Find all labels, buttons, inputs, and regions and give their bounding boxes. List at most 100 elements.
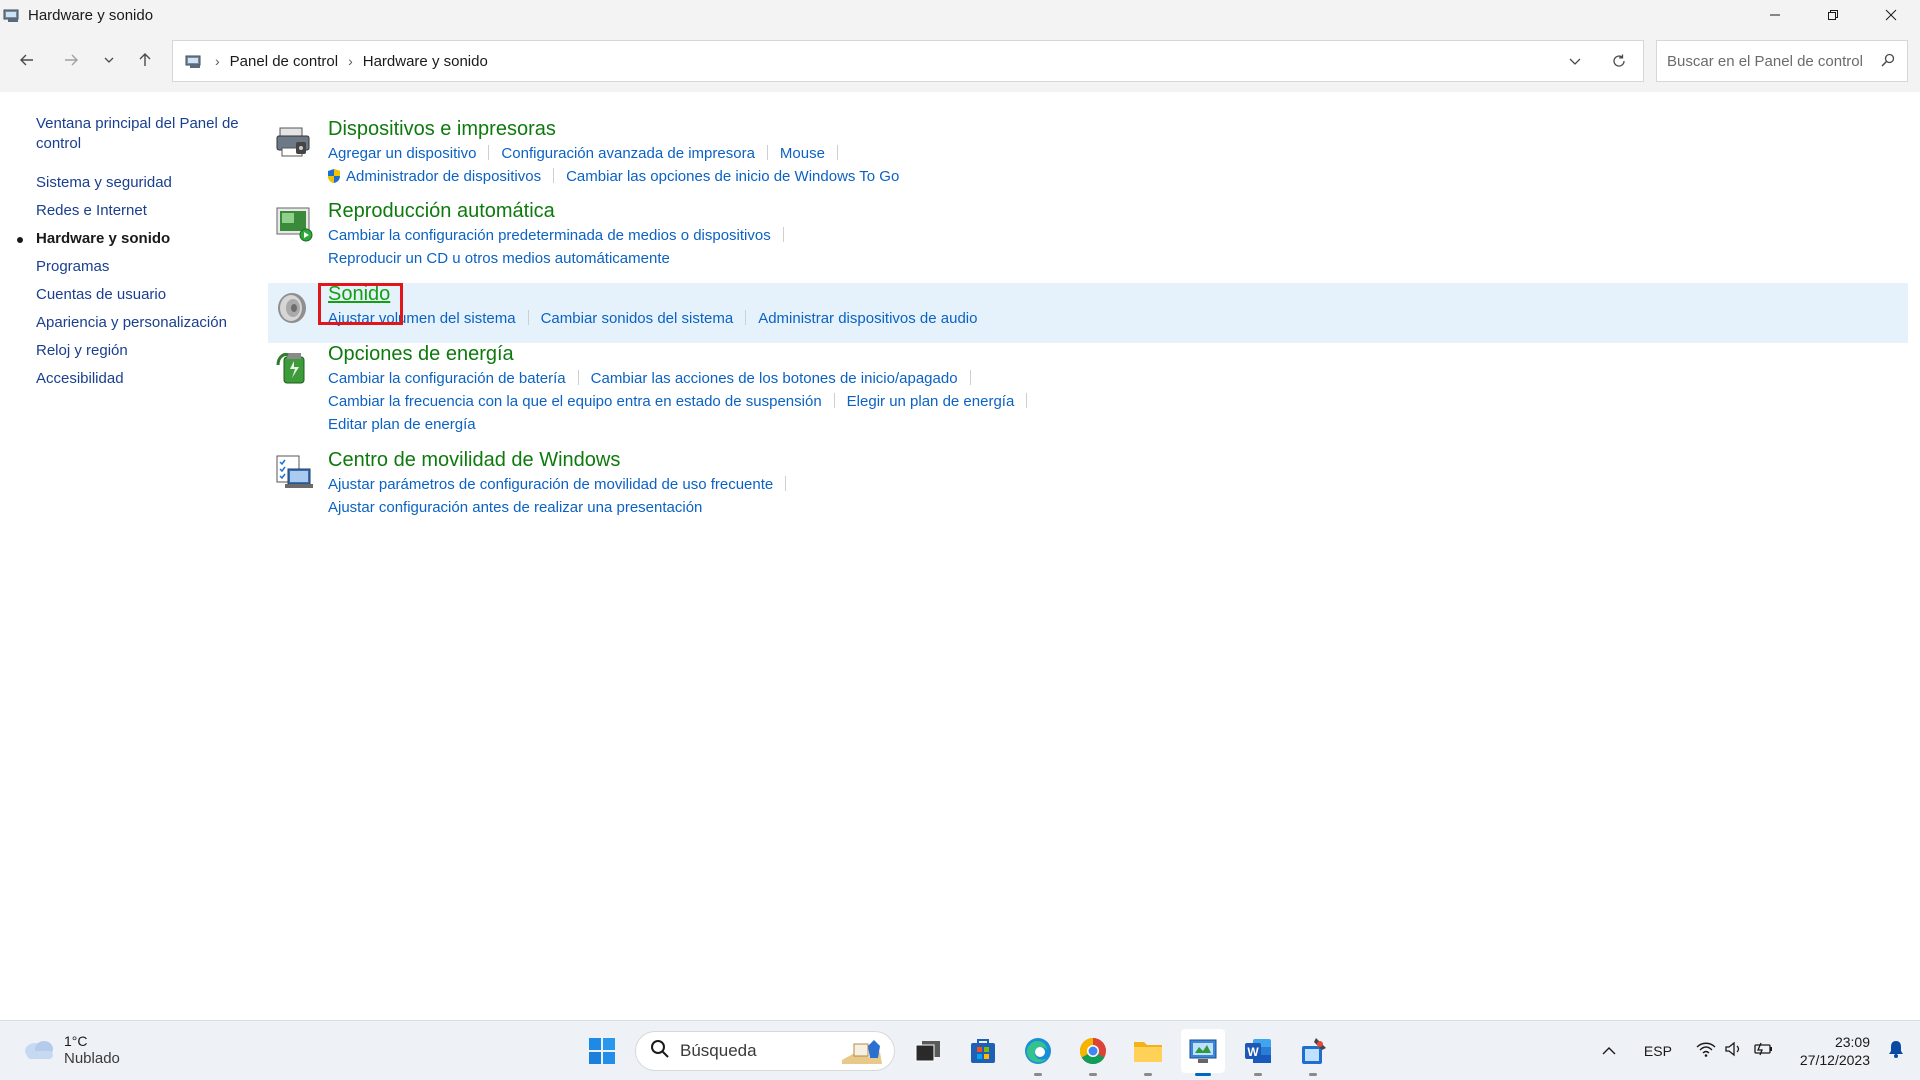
wifi-icon[interactable] xyxy=(1696,1041,1716,1061)
link-advanced-printer-setup[interactable]: Configuración avanzada de impresora xyxy=(501,145,754,162)
link-divider xyxy=(782,227,784,242)
volume-icon[interactable] xyxy=(1724,1041,1744,1061)
show-hidden-icons-chevron-icon[interactable] xyxy=(1602,1043,1616,1060)
highlight-annotation xyxy=(318,283,403,325)
autoplay-title[interactable]: Reproducción automática xyxy=(328,198,555,224)
sidebar-item-redes-e-internet[interactable]: Redes e Internet xyxy=(36,201,246,221)
search-highlight-icon xyxy=(840,1038,884,1070)
link-power-button-actions[interactable]: Cambiar las acciones de los botones de i… xyxy=(591,370,958,387)
category-sound: Sonido Ajustar volumen del sistema Cambia… xyxy=(268,281,1908,341)
link-mobility-settings[interactable]: Ajustar parámetros de configuración de m… xyxy=(328,476,773,493)
weather-widget[interactable]: 1°C Nublado xyxy=(22,1033,120,1068)
sidebar-item-cuentas-de-usuario[interactable]: Cuentas de usuario xyxy=(36,285,246,305)
up-button[interactable] xyxy=(129,44,161,76)
taskbar-search-label: Búsqueda xyxy=(680,1041,757,1060)
power-options-icon xyxy=(274,347,314,387)
chrome-icon[interactable] xyxy=(1071,1029,1115,1076)
forward-button[interactable] xyxy=(55,44,87,76)
weather-condition: Nublado xyxy=(64,1050,120,1067)
clock-date: 27/12/2023 xyxy=(1799,1052,1870,1068)
link-sleep-frequency[interactable]: Cambiar la frecuencia con la que el equi… xyxy=(328,393,822,410)
category-devices: Dispositivos e impresoras Agregar un dis… xyxy=(268,116,1908,199)
autoplay-icon xyxy=(274,204,314,244)
link-presentation-settings[interactable]: Ajustar configuración antes de realizar … xyxy=(328,499,702,516)
control-panel-taskbar-icon[interactable] xyxy=(1181,1029,1225,1076)
snipping-tool-icon[interactable] xyxy=(1291,1029,1335,1076)
link-divider xyxy=(553,168,555,183)
sidebar: Ventana principal del Panel de control S… xyxy=(17,114,246,397)
sidebar-item-hardware-y-sonido[interactable]: Hardware y sonido xyxy=(17,229,246,249)
link-change-default-media[interactable]: Cambiar la configuración predeterminada … xyxy=(328,227,771,244)
close-button[interactable] xyxy=(1862,0,1920,30)
svg-text:W: W xyxy=(1247,1045,1259,1059)
category-power: Opciones de energía Cambiar la configura… xyxy=(268,341,1908,447)
link-battery-settings[interactable]: Cambiar la configuración de batería xyxy=(328,370,566,387)
link-divider xyxy=(766,145,768,160)
address-bar[interactable]: › Panel de control › Hardware y sonido xyxy=(172,40,1644,82)
link-change-system-sounds[interactable]: Cambiar sonidos del sistema xyxy=(541,310,734,327)
taskbar: 1°C Nublado Búsqueda W ESP 23:09 27/12/2… xyxy=(0,1020,1920,1080)
language-indicator[interactable]: ESP xyxy=(1644,1043,1672,1059)
link-device-manager[interactable]: Administrador de dispositivos xyxy=(346,168,541,185)
taskbar-search[interactable]: Búsqueda xyxy=(635,1031,895,1071)
breadcrumb-panel-de-control[interactable]: Panel de control xyxy=(230,53,338,70)
category-mobility: Centro de movilidad de Windows Ajustar p… xyxy=(268,447,1908,519)
link-divider xyxy=(785,476,787,491)
search-icon[interactable] xyxy=(1881,53,1895,71)
window-title: Hardware y sonido xyxy=(28,6,154,24)
sidebar-item-apariencia[interactable]: Apariencia y personalización xyxy=(36,313,246,333)
printer-icon xyxy=(274,122,314,162)
word-icon[interactable]: W xyxy=(1236,1029,1280,1076)
main-content: Dispositivos e impresoras Agregar un dis… xyxy=(268,116,1908,519)
clock[interactable]: 23:09 27/12/2023 xyxy=(1800,1033,1870,1069)
sidebar-item-programas[interactable]: Programas xyxy=(36,257,246,277)
control-panel-icon xyxy=(2,5,22,25)
notifications-bell-icon[interactable] xyxy=(1888,1040,1904,1062)
file-explorer-icon[interactable] xyxy=(1126,1029,1170,1076)
uac-shield-icon xyxy=(326,168,342,191)
sidebar-home-link[interactable]: Ventana principal del Panel de control xyxy=(36,114,246,154)
link-divider xyxy=(1026,393,1028,408)
sidebar-item-sistema-y-seguridad[interactable]: Sistema y seguridad xyxy=(36,173,246,193)
breadcrumb-hardware-y-sonido[interactable]: Hardware y sonido xyxy=(363,53,488,70)
power-options-title[interactable]: Opciones de energía xyxy=(328,341,514,367)
back-button[interactable] xyxy=(11,44,43,76)
sidebar-item-accesibilidad[interactable]: Accesibilidad xyxy=(36,369,246,389)
search-icon xyxy=(650,1039,670,1063)
minimize-button[interactable] xyxy=(1746,0,1804,30)
microsoft-store-icon[interactable] xyxy=(961,1029,1005,1073)
link-mouse[interactable]: Mouse xyxy=(780,145,825,162)
system-tray: ESP 23:09 27/12/2023 xyxy=(1602,1021,1920,1080)
edge-icon[interactable] xyxy=(1016,1029,1060,1076)
link-divider xyxy=(745,310,747,325)
link-manage-audio-devices[interactable]: Administrar dispositivos de audio xyxy=(758,310,977,327)
sidebar-item-reloj-y-region[interactable]: Reloj y región xyxy=(36,341,246,361)
category-autoplay: Reproducción automática Cambiar la confi… xyxy=(268,198,1908,281)
mobility-center-title[interactable]: Centro de movilidad de Windows xyxy=(328,447,620,473)
recent-locations-button[interactable] xyxy=(93,44,125,76)
clock-time: 23:09 xyxy=(1834,1034,1870,1050)
navigation-bar: › Panel de control › Hardware y sonido xyxy=(0,30,1920,92)
link-choose-power-plan[interactable]: Elegir un plan de energía xyxy=(847,393,1015,410)
link-edit-power-plan[interactable]: Editar plan de energía xyxy=(328,416,476,433)
address-dropdown-icon[interactable] xyxy=(1565,51,1585,71)
link-windows-to-go[interactable]: Cambiar las opciones de inicio de Window… xyxy=(566,168,899,185)
search-input[interactable] xyxy=(1667,52,1867,70)
link-divider xyxy=(969,370,971,385)
weather-temperature: 1°C xyxy=(64,1033,88,1049)
link-play-cd-automatically[interactable]: Reproducir un CD u otros medios automáti… xyxy=(328,250,670,267)
start-button[interactable] xyxy=(580,1029,624,1073)
link-divider xyxy=(833,393,835,408)
link-divider xyxy=(527,310,529,325)
battery-icon[interactable] xyxy=(1752,1041,1774,1061)
control-panel-icon xyxy=(185,51,205,71)
devices-printers-title[interactable]: Dispositivos e impresoras xyxy=(328,116,556,142)
chevron-right-icon: › xyxy=(215,53,220,69)
cloud-icon xyxy=(22,1037,56,1065)
restore-button[interactable] xyxy=(1804,0,1862,30)
task-view-button[interactable] xyxy=(906,1029,950,1073)
search-box[interactable] xyxy=(1656,40,1908,82)
refresh-icon[interactable] xyxy=(1609,51,1629,71)
chevron-right-icon[interactable]: › xyxy=(348,53,353,69)
link-add-device[interactable]: Agregar un dispositivo xyxy=(328,145,476,162)
